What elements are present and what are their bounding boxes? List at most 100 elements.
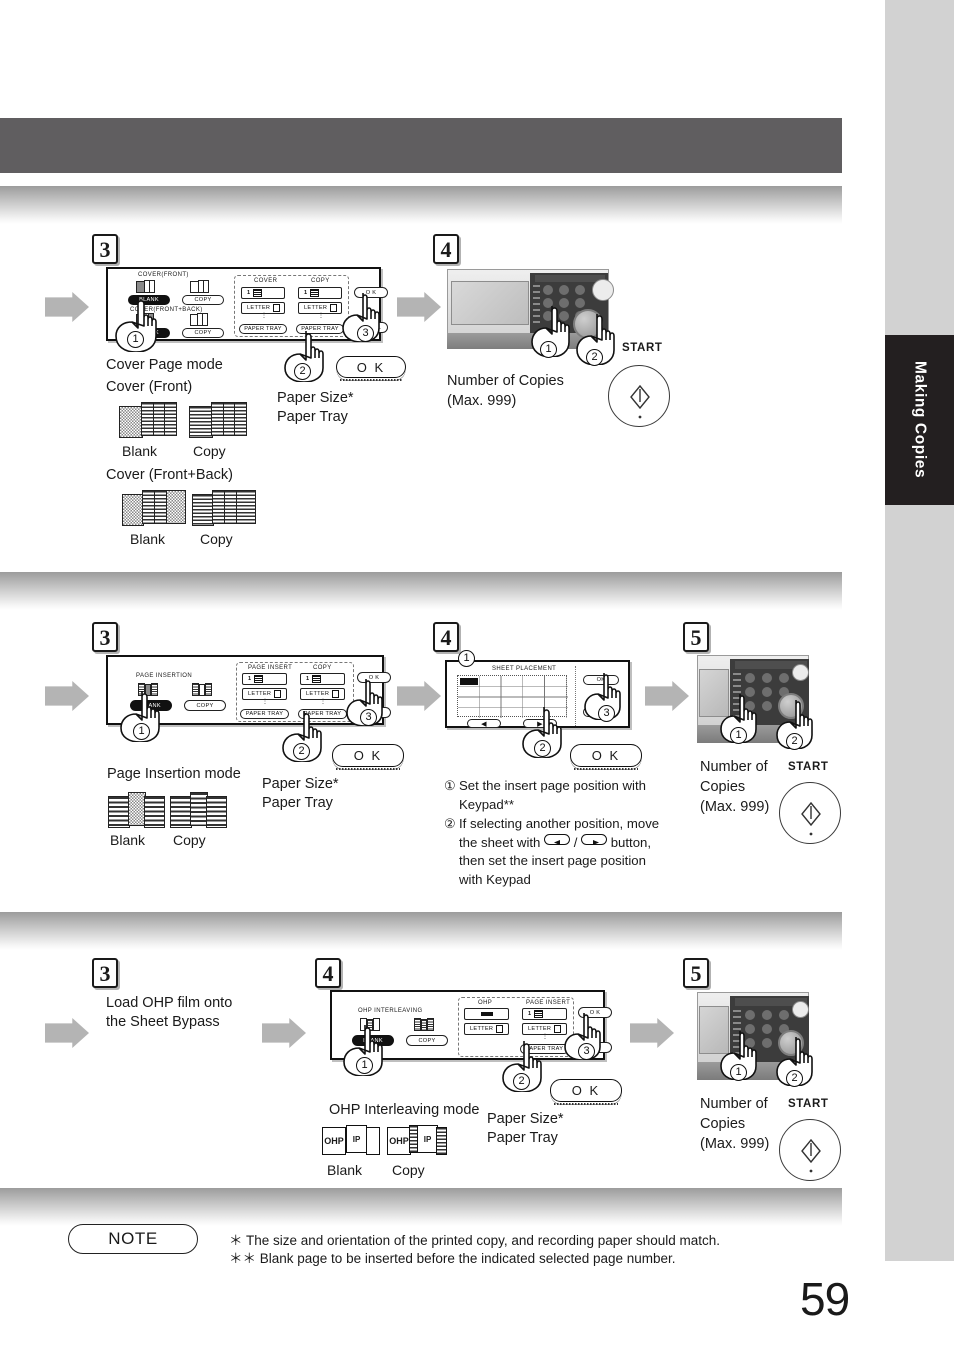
lcd-ohp-indicator[interactable]	[464, 1008, 509, 1020]
caption-cover-page-mode: Cover Page mode	[106, 357, 223, 373]
lcd-papersize-ohp[interactable]: LETTER	[464, 1023, 509, 1035]
lcd-count-icon	[534, 1010, 544, 1018]
section-divider-band-2	[0, 572, 842, 610]
caption-number-of-2: Number of	[700, 759, 768, 775]
caption-cover-frontback: Cover (Front+Back)	[106, 467, 233, 483]
list-text: If selecting another position, move	[459, 816, 660, 831]
paper-icon	[332, 690, 340, 698]
doc-label-blank: Blank	[327, 1162, 363, 1178]
flow-arrow	[397, 292, 441, 322]
ohp-sheet-icon	[480, 1012, 493, 1016]
sheet-left-arrow-button[interactable]: ◀	[467, 719, 501, 728]
ohp-tag: OHP	[322, 1127, 346, 1155]
section-divider-band-3	[0, 912, 842, 950]
lcd-count-cover[interactable]: 1	[241, 287, 285, 299]
lcd-dots: ⋮	[320, 699, 326, 705]
start-legend-label: START	[622, 342, 663, 354]
doc-label-blank: Blank	[130, 531, 166, 547]
note-line-2: ＊＊ Blank page to be inserted before the …	[229, 1251, 676, 1266]
lcd-count-page-insert-value: 1	[248, 676, 252, 682]
ok-callout-button[interactable]: O K	[336, 356, 406, 381]
caption-cover-front: Cover (Front)	[106, 379, 193, 395]
step-badge: 4	[315, 958, 341, 988]
flow-arrow	[45, 681, 89, 711]
lcd-count-cover-value: 1	[247, 290, 251, 296]
lcd-count-page-insert[interactable]: 1	[522, 1008, 567, 1020]
step-badge: 3	[92, 958, 118, 988]
circled-number-1: 1	[730, 1064, 747, 1081]
slash-separator: /	[573, 834, 582, 850]
flow-arrow	[45, 1018, 89, 1048]
doc-label-blank: Blank	[122, 443, 158, 459]
circled-number-2: 2	[786, 733, 803, 750]
lcd-count-page-insert[interactable]: 1	[242, 673, 287, 685]
lcd-group-header-page-insert: PAGE INSERT	[526, 1000, 571, 1006]
lcd-papersize-value: LETTER	[528, 1026, 552, 1032]
ok-callout-button[interactable]: O K	[332, 744, 404, 770]
note-line-1: ＊ The size and orientation of the printe…	[229, 1233, 721, 1248]
ok-callout-button[interactable]: O K	[570, 744, 642, 770]
doc-label-copy: Copy	[173, 832, 206, 848]
doc-label-copy: Copy	[392, 1162, 425, 1178]
start-legend-circle	[779, 1119, 841, 1181]
header-bar	[0, 118, 842, 173]
circled-number-2: 2	[586, 349, 603, 366]
side-tab-label: Making Copies	[911, 361, 929, 479]
list-text: button,	[610, 834, 652, 850]
lcd-papersize-value: LETTER	[470, 1026, 494, 1032]
ok-callout-button[interactable]: O K	[550, 1079, 622, 1105]
caption-ohp-interleaving-mode: OHP Interleaving mode	[329, 1102, 480, 1118]
cover-front-blank-thumb	[136, 280, 158, 294]
lcd-count-cover-icon	[253, 289, 263, 297]
caption-load-ohp-1: Load OHP film onto	[106, 995, 233, 1011]
lcd-count-copy-value: 1	[304, 290, 308, 296]
caption-page-insertion-mode: Page Insertion mode	[107, 766, 241, 782]
lcd-button-copy-front[interactable]: COPY	[182, 295, 224, 305]
lcd-count-copy[interactable]: 1	[300, 673, 345, 685]
lcd-paper-tray-cover[interactable]: PAPER TRAY	[239, 324, 287, 334]
paper-icon	[330, 304, 338, 312]
start-legend-label: START	[788, 761, 829, 773]
lcd-button-copy-page-insertion[interactable]: COPY	[184, 700, 226, 711]
list-text: Keypad**	[459, 796, 514, 812]
list-text: with Keypad	[459, 871, 531, 887]
clear-button-illustration	[592, 279, 614, 301]
caption-paper-size-2: Paper Size*	[262, 776, 339, 792]
doc-icon-copy-page-insertion	[170, 792, 228, 830]
cover-front-copy-thumb	[190, 280, 212, 294]
flow-arrow	[262, 1018, 306, 1048]
lcd-button-copy-frontback[interactable]: COPY	[182, 328, 224, 338]
step-badge: 4	[433, 234, 459, 264]
lcd-button-copy-ohp[interactable]: COPY	[406, 1035, 448, 1046]
circled-number-1: 1	[458, 650, 475, 667]
lcd-count-icon	[312, 675, 322, 683]
doc-icon-blank-page-insertion	[108, 792, 166, 830]
paper-icon	[554, 1025, 562, 1033]
list-item: ① Set the insert page position with Keyp…	[444, 777, 724, 814]
circled-number-3: 3	[578, 1043, 595, 1060]
doc-icon-blank-ohp: OHP IP	[322, 1125, 382, 1159]
right-margin	[885, 0, 954, 1261]
start-legend-circle	[779, 782, 841, 844]
circled-number-3: 3	[360, 709, 377, 726]
list-number: ①	[444, 778, 456, 793]
side-tab-making-copies: Making Copies	[885, 335, 954, 505]
lcd-group-header-copy: COPY	[311, 278, 330, 284]
circled-number-2: 2	[293, 743, 310, 760]
circled-number-2: 2	[786, 1070, 803, 1087]
flow-arrow	[45, 292, 89, 322]
doc-label-blank: Blank	[110, 832, 146, 848]
ip-tag: IP	[417, 1125, 438, 1153]
list-text: then set the insert page position	[459, 853, 646, 868]
caption-paper-size-3: Paper Size*	[487, 1111, 564, 1127]
ip-tag: IP	[346, 1125, 367, 1153]
step-badge: 3	[92, 622, 118, 652]
lcd-count-copy[interactable]: 1	[298, 287, 342, 299]
clear-button-illustration	[792, 1001, 809, 1018]
caption-paper-tray-2: Paper Tray	[262, 795, 333, 811]
step-badge: 4	[433, 622, 459, 652]
lcd-papersize-copy-value: LETTER	[304, 305, 328, 311]
ohp-tag: OHP	[387, 1127, 411, 1155]
list-text: the sheet with	[459, 834, 541, 850]
cover-frontback-copy-thumb	[190, 313, 216, 327]
